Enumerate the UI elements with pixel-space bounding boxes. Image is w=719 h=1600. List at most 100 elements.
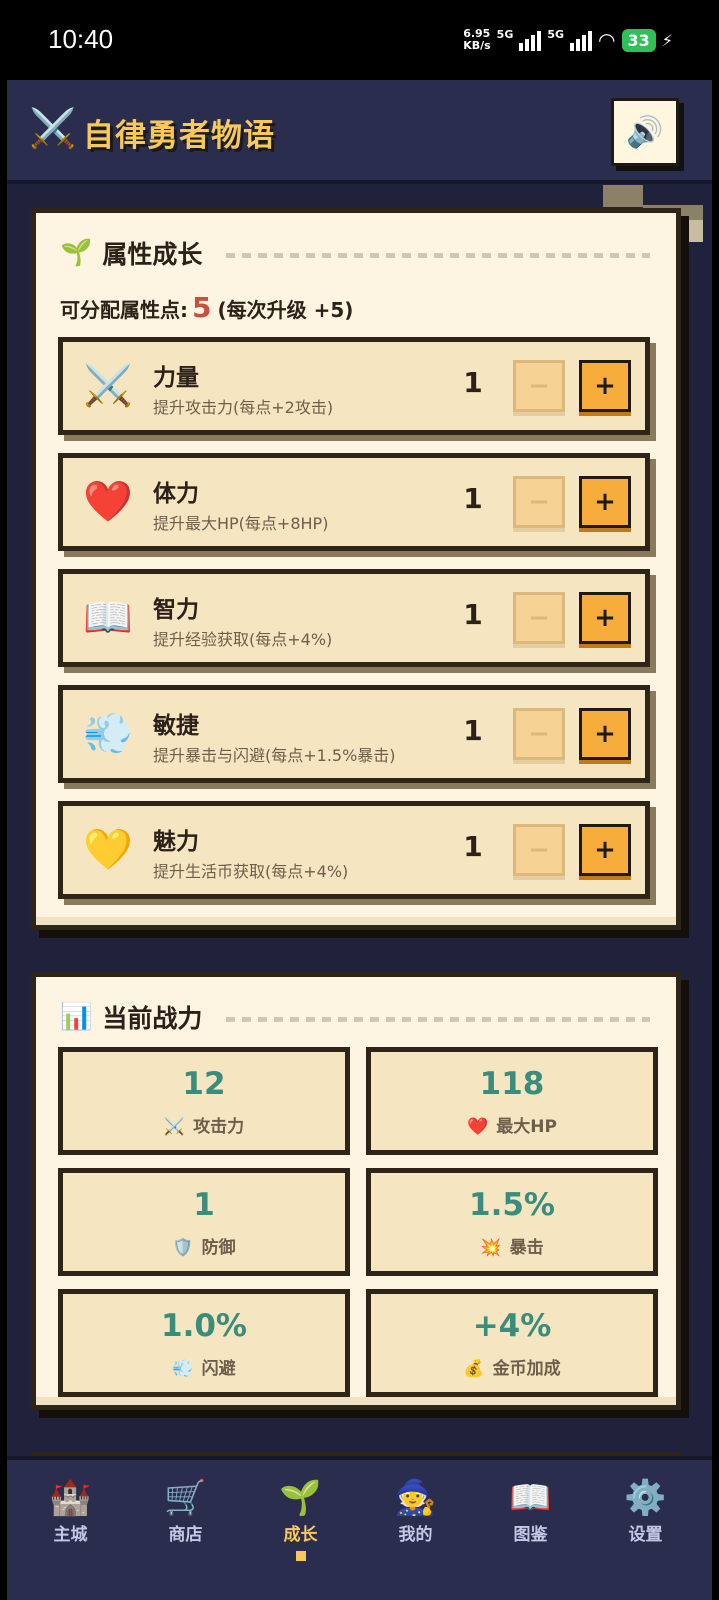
bottom-nav: 🏰 主城 🛒 商店 🌱 成长 🧙 我的 📖 图鉴 ⚙️ 设置 xyxy=(7,1456,712,1600)
attribute-row-stamina: ❤️ 体力 提升最大HP(每点+8HP) 1 − + xyxy=(58,453,650,551)
sprout-icon: 🌱 xyxy=(279,1478,322,1518)
sprout-icon: 🌱 xyxy=(60,238,93,268)
nav-item-shop[interactable]: 🛒 商店 xyxy=(127,1478,244,1545)
stat-label: 防御 xyxy=(201,1238,236,1258)
wind-icon: 💨 xyxy=(172,1359,194,1379)
bar-chart-icon: 📊 xyxy=(60,1002,93,1032)
stat-label: 最大HP xyxy=(496,1117,557,1137)
book-icon: 📖 xyxy=(509,1478,552,1518)
signal-type-1: 5G xyxy=(496,28,514,41)
attribute-desc: 提升攻击力(每点+2攻击) xyxy=(153,398,334,417)
increase-button[interactable]: + xyxy=(579,708,631,760)
attribute-name: 智力 xyxy=(153,597,199,623)
app-screen: ⚔️ 自律勇者物语 🔊 🌱 属性成长 可分配属性点: 5 (每次升级 +5) ⚔… xyxy=(7,80,712,1600)
stat-label-row: ⚔️ 攻击力 xyxy=(63,1112,345,1137)
wizard-icon: 🧙 xyxy=(394,1478,437,1518)
nav-label: 设置 xyxy=(628,1525,663,1545)
swords-icon: ⚔️ xyxy=(83,363,133,409)
attribute-name: 力量 xyxy=(153,365,199,391)
signal-bars-icon-2 xyxy=(570,29,593,51)
attribute-value: 1 xyxy=(463,830,483,863)
cart-icon: 🛒 xyxy=(164,1478,207,1518)
attribute-name: 体力 xyxy=(153,481,199,507)
stat-value: 1.5% xyxy=(469,1187,555,1223)
stat-label-row: 💨 闪避 xyxy=(63,1354,345,1379)
shield-icon: 🛡️ xyxy=(172,1238,194,1258)
increase-button[interactable]: + xyxy=(579,360,631,412)
yellow-heart-icon: 💛 xyxy=(83,827,133,873)
decrease-button[interactable]: − xyxy=(513,824,565,876)
points-value: 5 xyxy=(192,291,212,324)
nav-item-growth[interactable]: 🌱 成长 xyxy=(242,1478,359,1561)
stat-label-row: 💥 暴击 xyxy=(371,1233,653,1258)
nav-label: 图鉴 xyxy=(513,1525,548,1545)
heart-icon: ❤️ xyxy=(83,479,133,525)
attribute-desc: 提升经验获取(每点+4%) xyxy=(153,630,333,649)
nav-label: 我的 xyxy=(398,1525,433,1545)
app-title: 自律勇者物语 xyxy=(83,118,275,154)
stat-card-crit: 1.5% 💥 暴击 xyxy=(366,1168,658,1276)
heart-icon: ❤️ xyxy=(467,1117,489,1137)
attribute-desc: 提升暴击与闪避(每点+1.5%暴击) xyxy=(153,746,396,765)
panel-shade xyxy=(36,917,676,925)
title-divider xyxy=(226,1017,650,1022)
panel-title-text: 属性成长 xyxy=(102,240,203,269)
stat-value: 118 xyxy=(479,1066,545,1102)
network-speed: 6.95 KB/s xyxy=(463,28,490,52)
attribute-row-intelligence: 📖 智力 提升经验获取(每点+4%) 1 − + xyxy=(58,569,650,667)
nav-item-main-city[interactable]: 🏰 主城 xyxy=(12,1478,129,1545)
panel-title-text: 当前战力 xyxy=(102,1004,203,1033)
signal-bars-icon xyxy=(519,29,542,51)
explosion-icon: 💥 xyxy=(480,1238,502,1258)
decoration-block xyxy=(603,185,643,207)
current-power-panel: 📊 当前战力 12 ⚔️ 攻击力 118 ❤️ 最大HP 1 🛡️ 防御 1.5% 💥… xyxy=(31,972,681,1410)
app-header: ⚔️ 自律勇者物语 🔊 xyxy=(7,80,712,184)
increase-button[interactable]: + xyxy=(579,824,631,876)
attribute-desc: 提升生活币获取(每点+4%) xyxy=(153,862,349,881)
battery-level: 33 xyxy=(621,28,656,52)
decrease-button[interactable]: − xyxy=(513,360,565,412)
stat-card-defense: 1 🛡️ 防御 xyxy=(58,1168,350,1276)
nav-label: 成长 xyxy=(283,1525,318,1545)
nav-item-codex[interactable]: 📖 图鉴 xyxy=(472,1478,589,1545)
wind-icon: 💨 xyxy=(83,711,133,757)
nav-label: 主城 xyxy=(53,1525,88,1545)
nav-item-profile[interactable]: 🧙 我的 xyxy=(357,1478,474,1545)
stat-card-gold-bonus: +4% 💰 金币加成 xyxy=(366,1289,658,1397)
status-icons: 6.95 KB/s 5G 5G ◠ 33 ⚡ xyxy=(463,28,673,53)
wifi-icon: ◠ xyxy=(598,28,616,52)
decrease-button[interactable]: − xyxy=(513,592,565,644)
network-speed-unit: KB/s xyxy=(463,39,491,52)
stat-card-dodge: 1.0% 💨 闪避 xyxy=(58,1289,350,1397)
stat-label-row: 🛡️ 防御 xyxy=(63,1233,345,1258)
panel-title: 🌱 属性成长 xyxy=(60,235,202,271)
stat-value: +4% xyxy=(472,1308,552,1344)
book-icon: 📖 xyxy=(83,595,133,641)
attribute-value: 1 xyxy=(463,598,483,631)
nav-item-settings[interactable]: ⚙️ 设置 xyxy=(587,1478,704,1545)
crossed-swords-icon: ⚔️ xyxy=(29,106,77,150)
increase-button[interactable]: + xyxy=(579,592,631,644)
attribute-name: 魅力 xyxy=(153,829,199,855)
attribute-row-agility: 💨 敏捷 提升暴击与闪避(每点+1.5%暴击) 1 − + xyxy=(58,685,650,783)
sound-toggle-button[interactable]: 🔊 xyxy=(611,98,679,166)
panel-shade xyxy=(36,1397,676,1405)
gear-icon: ⚙️ xyxy=(624,1478,667,1518)
speaker-icon: 🔊 xyxy=(626,114,664,150)
swords-icon: ⚔️ xyxy=(163,1117,186,1137)
attribute-value: 1 xyxy=(463,366,483,399)
points-label: 可分配属性点: xyxy=(60,298,188,322)
attribute-value: 1 xyxy=(463,714,483,747)
stat-label: 攻击力 xyxy=(193,1117,245,1137)
available-points: 可分配属性点: 5 (每次升级 +5) xyxy=(60,291,353,324)
attribute-growth-panel: 🌱 属性成长 可分配属性点: 5 (每次升级 +5) ⚔️ 力量 提升攻击力(每… xyxy=(31,208,681,930)
charging-icon: ⚡ xyxy=(661,30,673,50)
money-bag-icon: 💰 xyxy=(463,1359,485,1379)
clock: 10:40 xyxy=(48,24,114,54)
attribute-value: 1 xyxy=(463,482,483,515)
stat-card-attack: 12 ⚔️ 攻击力 xyxy=(58,1047,350,1155)
decrease-button[interactable]: − xyxy=(513,476,565,528)
attribute-row-strength: ⚔️ 力量 提升攻击力(每点+2攻击) 1 − + xyxy=(58,337,650,435)
increase-button[interactable]: + xyxy=(579,476,631,528)
decrease-button[interactable]: − xyxy=(513,708,565,760)
